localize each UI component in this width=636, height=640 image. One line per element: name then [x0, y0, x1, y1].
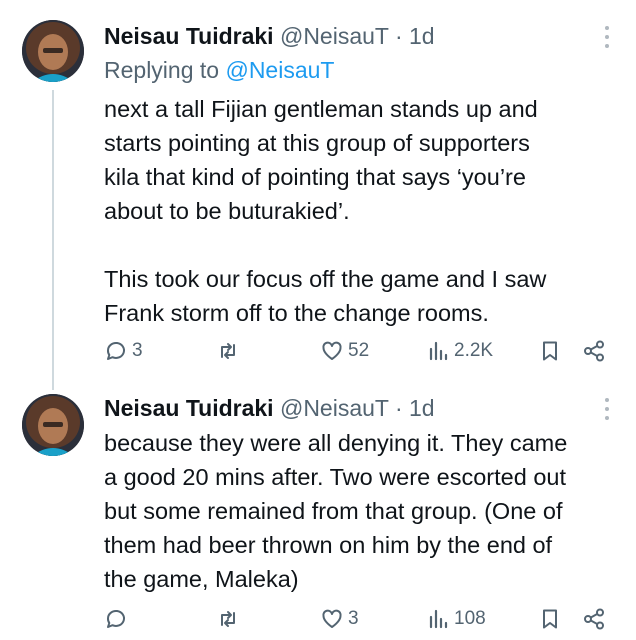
like-button[interactable]: 52	[320, 336, 369, 366]
author-name[interactable]: Neisau Tuidraki	[104, 395, 274, 421]
reply-icon	[104, 339, 128, 363]
tweet-header: Neisau Tuidraki @NeisauT · 1d	[104, 22, 435, 50]
retweet-icon	[216, 339, 240, 363]
separator: ·	[394, 395, 403, 421]
like-count: 52	[348, 340, 370, 361]
bookmark-button[interactable]	[538, 604, 562, 634]
bookmark-icon	[538, 607, 562, 631]
more-icon[interactable]	[604, 26, 610, 48]
retweet-button[interactable]	[216, 336, 244, 366]
like-count: 3	[348, 608, 359, 629]
author-handle[interactable]: @NeisauT	[280, 23, 389, 49]
avatar[interactable]	[22, 20, 84, 82]
tweet[interactable]: Neisau Tuidraki @NeisauT · 1d Replying t…	[0, 0, 636, 390]
views-button[interactable]: 2.2K	[426, 336, 493, 366]
retweet-button[interactable]	[216, 604, 244, 634]
replying-mention[interactable]: @NeisauT	[225, 57, 334, 83]
tweet-header: Neisau Tuidraki @NeisauT · 1d	[104, 394, 435, 422]
share-icon	[582, 339, 606, 363]
author-name[interactable]: Neisau Tuidraki	[104, 23, 274, 49]
bookmark-icon	[538, 339, 562, 363]
thread-line	[52, 90, 54, 390]
more-icon[interactable]	[604, 398, 610, 420]
like-button[interactable]: 3	[320, 604, 359, 634]
views-icon	[426, 339, 450, 363]
retweet-icon	[216, 607, 240, 631]
tweet-text: next a tall Fijian gentleman stands up a…	[104, 96, 547, 326]
separator: ·	[394, 23, 403, 49]
share-icon	[582, 607, 606, 631]
reply-button[interactable]	[104, 604, 132, 634]
action-bar: 3 52 2.2K	[104, 336, 614, 366]
avatar[interactable]	[22, 394, 84, 456]
views-button[interactable]: 108	[426, 604, 486, 634]
tweet[interactable]: Neisau Tuidraki @NeisauT · 1d because th…	[0, 384, 636, 640]
replying-to: Replying to @NeisauT	[104, 56, 334, 84]
reply-icon	[104, 607, 128, 631]
views-count: 108	[454, 608, 486, 629]
like-icon	[320, 339, 344, 363]
views-icon	[426, 607, 450, 631]
like-icon	[320, 607, 344, 631]
timestamp[interactable]: 1d	[409, 23, 435, 49]
views-count: 2.2K	[454, 340, 494, 361]
action-bar: 3 108	[104, 604, 614, 634]
author-handle[interactable]: @NeisauT	[280, 395, 389, 421]
replying-prefix: Replying to	[104, 57, 220, 83]
bookmark-button[interactable]	[538, 336, 562, 366]
share-button[interactable]	[582, 336, 606, 366]
timestamp[interactable]: 1d	[409, 395, 435, 421]
share-button[interactable]	[582, 604, 606, 634]
reply-count: 3	[132, 340, 143, 361]
tweet-text: because they were all denying it. They c…	[104, 430, 568, 592]
reply-button[interactable]: 3	[104, 336, 143, 366]
